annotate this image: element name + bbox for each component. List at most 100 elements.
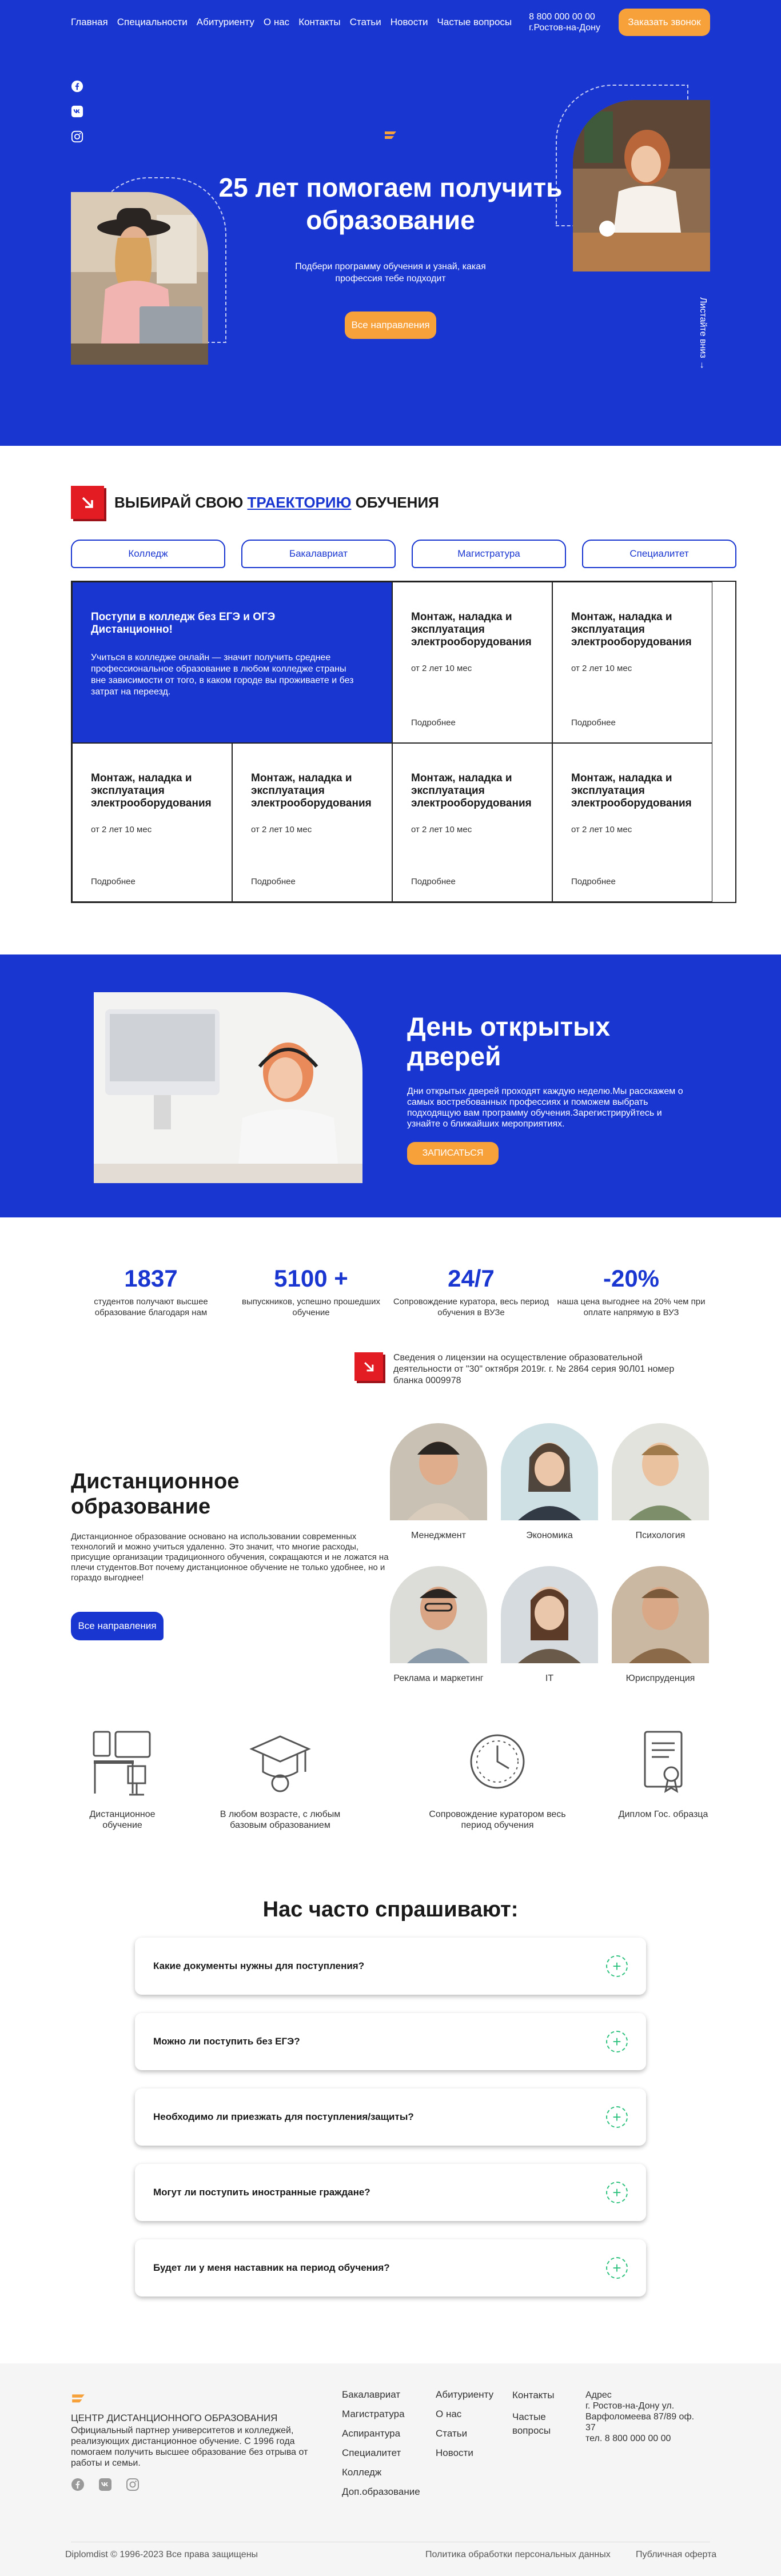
stat-label: Сопровождение куратора, весь период обуч… <box>393 1297 549 1317</box>
plus-icon[interactable]: + <box>606 1955 628 1977</box>
nav-link-faq[interactable]: Частые вопросы <box>437 17 512 28</box>
nav-link-contacts[interactable]: Контакты <box>298 17 340 28</box>
header-phone[interactable]: 8 800 000 00 00 <box>529 11 600 22</box>
footer-offer-link[interactable]: Публичная оферта <box>636 2550 716 2560</box>
direction-label: Менеджмент <box>411 1531 466 1540</box>
footer-col-info: Абитуриенту О нас Статьи Новости <box>436 2385 493 2463</box>
faq-question: Можно ли поступить без ЕГЭ? <box>153 2036 300 2047</box>
instagram-icon[interactable] <box>71 130 83 143</box>
vk-icon[interactable] <box>98 2478 112 2491</box>
faq-item[interactable]: Можно ли поступить без ЕГЭ? + <box>135 2013 646 2070</box>
college-feature-card[interactable]: Поступи в колледж без ЕГЭ и ОГЭ Дистанци… <box>72 582 392 743</box>
faq-item[interactable]: Могут ли поступить иностранные граждане?… <box>135 2164 646 2221</box>
distance-text: Дистанционное образование основано на ис… <box>71 1532 389 1583</box>
open-day-photo <box>94 992 362 1183</box>
hero-directions-button[interactable]: Все направления <box>345 311 436 339</box>
nav-link-specialties[interactable]: Специальности <box>117 17 188 28</box>
program-card[interactable]: Монтаж, наладка и эксплуатация электрооб… <box>72 743 232 902</box>
footer-address: г. Ростов-на-Дону ул. Варфоломеева 87/89… <box>585 2401 695 2433</box>
hero-subtitle: Подбери программу обучения и узнай, кака… <box>295 262 486 283</box>
logo-icon <box>384 130 397 145</box>
hero-photo-woman-desk <box>573 100 710 271</box>
program-more-link[interactable]: Подробнее <box>251 877 296 886</box>
program-more-link[interactable]: Подробнее <box>91 877 136 886</box>
plus-icon[interactable]: + <box>606 2182 628 2203</box>
program-card[interactable]: Монтаж, наладка и эксплуатация электрооб… <box>552 743 712 902</box>
footer-link[interactable]: Абитуриенту <box>436 2385 493 2405</box>
program-card[interactable]: Монтаж, наладка и эксплуатация электрооб… <box>232 743 392 902</box>
level-tabs: Колледж Бакалавриат Магистратура Специал… <box>71 540 736 568</box>
program-title: Монтаж, наладка и эксплуатация электрооб… <box>571 772 692 809</box>
trajectory-title-before: Выбирай свою <box>114 493 248 511</box>
facebook-icon[interactable] <box>71 80 83 93</box>
direction-economics[interactable]: Экономика <box>501 1423 598 1541</box>
clock-icon <box>470 1734 525 1789</box>
nav-link-about[interactable]: О нас <box>264 17 289 28</box>
program-more-link[interactable]: Подробнее <box>411 718 456 728</box>
footer-link[interactable]: Колледж <box>342 2463 420 2482</box>
footer-link[interactable]: Специалитет <box>342 2443 420 2463</box>
facebook-icon[interactable] <box>71 2478 85 2491</box>
program-more-link[interactable]: Подробнее <box>571 877 616 886</box>
program-title: Монтаж, наладка и эксплуатация электрооб… <box>251 772 372 809</box>
footer-phone[interactable]: тел. 8 800 000 00 00 <box>585 2433 700 2444</box>
open-day-signup-button[interactable]: ЗАПИСАТЬСЯ <box>407 1142 499 1165</box>
callback-button[interactable]: Заказать звонок <box>619 9 710 36</box>
faq-item[interactable]: Какие документы нужны для поступления? + <box>135 1938 646 1995</box>
direction-management[interactable]: Менеджмент <box>390 1423 487 1541</box>
distance-directions-button[interactable]: Все направления <box>71 1612 164 1640</box>
tab-college[interactable]: Колледж <box>71 540 225 568</box>
direction-psychology[interactable]: Психология <box>612 1423 709 1541</box>
footer-link[interactable]: Магистратура <box>342 2405 420 2424</box>
feature-label: Диплом Гос. образца <box>618 1810 708 1819</box>
nav-link-applicant[interactable]: Абитуриенту <box>197 17 254 28</box>
footer-privacy-link[interactable]: Политика обработки персональных данных <box>425 2550 611 2560</box>
program-card[interactable]: Монтаж, наладка и эксплуатация электрооб… <box>392 582 552 743</box>
nav-link-news[interactable]: Новости <box>390 17 428 28</box>
distance-section: Дистанционное образование Дистанционное … <box>0 1423 781 1709</box>
footer-link[interactable]: Контакты <box>512 2389 558 2402</box>
footer-link[interactable]: Аспирантура <box>342 2424 420 2443</box>
program-duration: от 2 лет 10 мес <box>571 825 632 834</box>
program-title: Монтаж, наладка и эксплуатация электрооб… <box>411 611 532 648</box>
program-more-link[interactable]: Подробнее <box>411 877 456 886</box>
tab-bachelor[interactable]: Бакалавриат <box>241 540 396 568</box>
tab-master[interactable]: Магистратура <box>412 540 566 568</box>
instagram-icon[interactable] <box>126 2478 140 2491</box>
stat-number: 1837 <box>124 1265 178 1292</box>
footer-link[interactable]: Доп.образование <box>342 2482 420 2502</box>
footer-link[interactable]: Статьи <box>436 2424 493 2443</box>
open-day-text: Дни открытых дверей проходят каждую неде… <box>407 1087 683 1129</box>
footer-link[interactable]: Частые вопросы <box>512 2410 558 2438</box>
header-city: г.Ростов-на-Дону <box>529 23 600 33</box>
direction-it[interactable]: IT <box>501 1566 598 1684</box>
nav-link-articles[interactable]: Статьи <box>350 17 381 28</box>
direction-photo <box>390 1423 487 1520</box>
footer-link[interactable]: О нас <box>436 2405 493 2424</box>
faq-question: Какие документы нужны для поступления? <box>153 1960 365 1971</box>
nav-link-home[interactable]: Главная <box>71 17 108 28</box>
direction-photo <box>390 1566 487 1663</box>
direction-marketing[interactable]: Реклама и маркетинг <box>390 1566 487 1684</box>
footer-link[interactable]: Бакалавриат <box>342 2385 420 2405</box>
footer-link[interactable]: Новости <box>436 2443 493 2463</box>
hero-title: 25 лет помогаем получить образование <box>218 173 563 235</box>
faq-item[interactable]: Будет ли у меня наставник на период обуч… <box>135 2239 646 2297</box>
scroll-hint[interactable]: Листайте вниз → <box>698 297 708 370</box>
stat-label: наша цена выгоднее на 20% чем при оплате… <box>557 1297 706 1317</box>
plus-icon[interactable]: + <box>606 2257 628 2279</box>
arrow-down-right-icon <box>354 1352 383 1381</box>
program-card[interactable]: Монтаж, наладка и эксплуатация электрооб… <box>392 743 552 902</box>
plus-icon[interactable]: + <box>606 2106 628 2128</box>
footer-about: Официальный партнер университетов и колл… <box>71 2426 308 2468</box>
faq-item[interactable]: Необходимо ли приезжать для поступления/… <box>135 2088 646 2146</box>
faq-title: Нас часто спрашивают: <box>262 1898 519 1922</box>
plus-icon[interactable]: + <box>606 2031 628 2052</box>
direction-label: IT <box>545 1674 554 1683</box>
footer-socials <box>71 2478 140 2491</box>
program-more-link[interactable]: Подробнее <box>571 718 616 728</box>
direction-law[interactable]: Юриспруденция <box>612 1566 709 1684</box>
vk-icon[interactable] <box>71 105 83 118</box>
program-card[interactable]: Монтаж, наладка и эксплуатация электрооб… <box>552 582 712 743</box>
tab-specialist[interactable]: Специалитет <box>582 540 736 568</box>
